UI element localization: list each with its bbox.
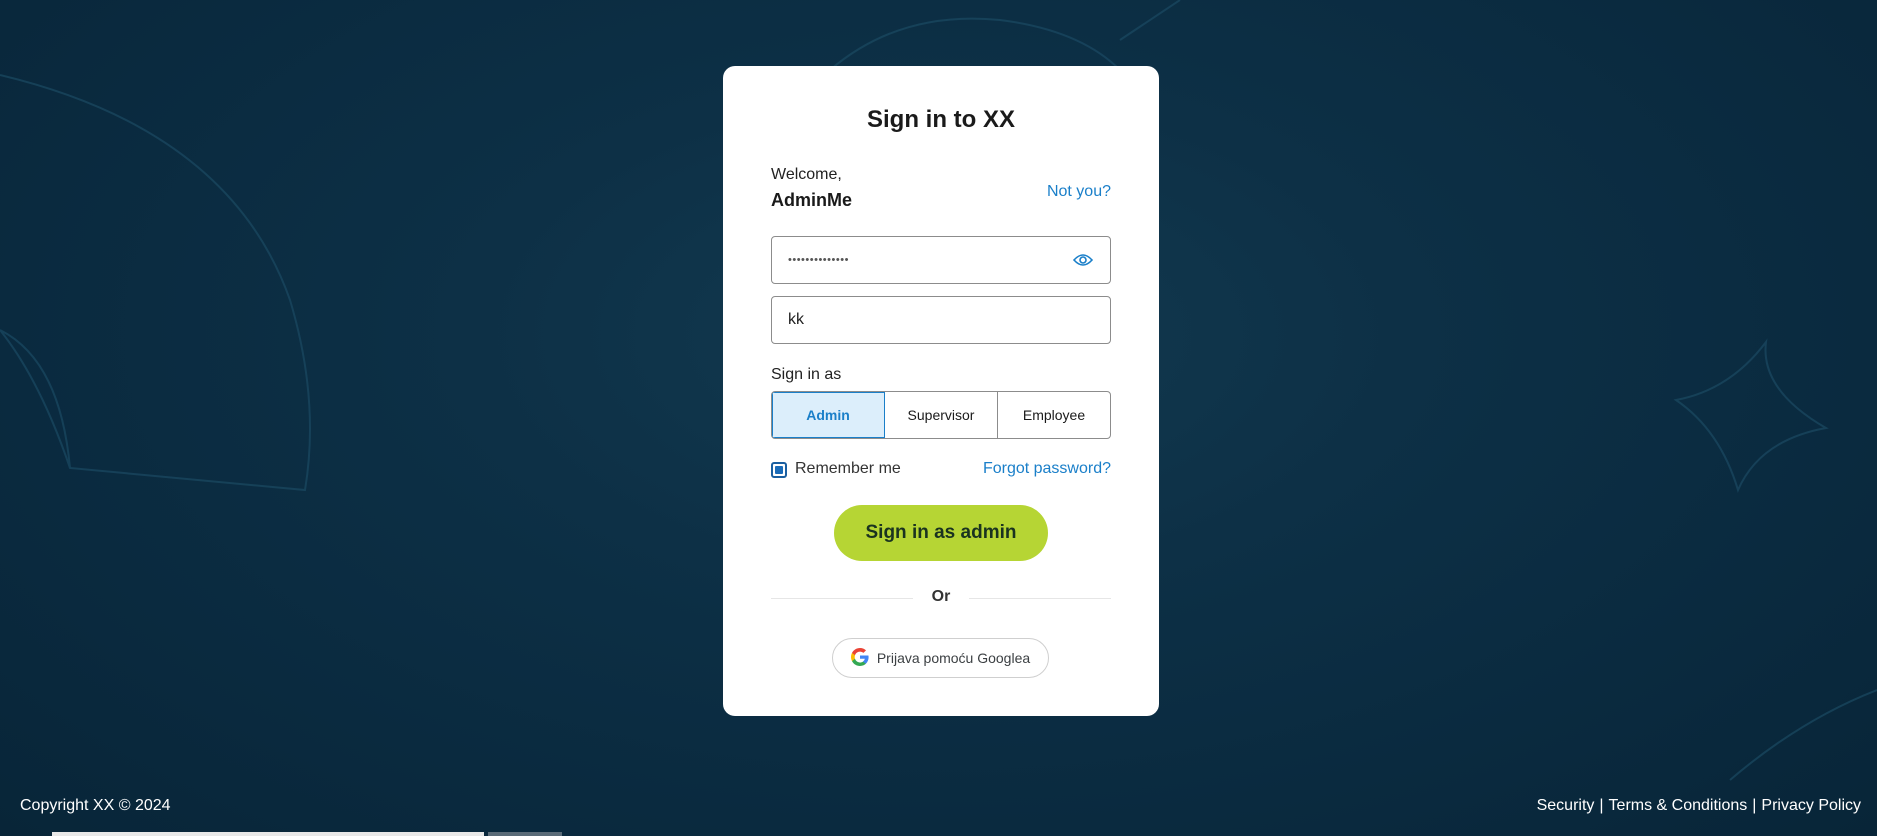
role-employee-button[interactable]: Employee	[998, 392, 1110, 438]
card-title: Sign in to XX	[867, 106, 1015, 133]
divider-label: Or	[931, 588, 951, 605]
footer-separator: |	[1599, 797, 1604, 814]
welcome-username: AdminMe	[771, 190, 852, 210]
divider-line-right	[969, 598, 1111, 599]
sign-in-button[interactable]: Sign in as admin	[834, 505, 1048, 561]
role-selector: Admin Supervisor Employee	[771, 391, 1111, 439]
code-input[interactable]	[788, 311, 1094, 329]
scrollbar-segment	[488, 832, 562, 836]
forgot-password-link[interactable]: Forgot password?	[983, 460, 1111, 478]
welcome-row: Welcome, AdminMe Not you?	[771, 166, 1111, 214]
google-button-label: Prijava pomoću Googlea	[876, 650, 1031, 666]
role-supervisor-button[interactable]: Supervisor	[885, 392, 998, 438]
footer-links: Security | Terms & Conditions | Privacy …	[1537, 797, 1861, 815]
password-value[interactable]: ••••••••••••••	[788, 254, 1072, 266]
welcome-label: Welcome,	[771, 166, 842, 183]
footer-link-terms[interactable]: Terms & Conditions	[1609, 797, 1748, 815]
footer-separator: |	[1752, 797, 1757, 814]
eye-icon[interactable]	[1072, 249, 1094, 271]
remember-label[interactable]: Remember me	[795, 460, 901, 478]
checkbox-mark	[775, 466, 783, 474]
horizontal-scrollbar[interactable]	[52, 832, 484, 836]
google-sign-in-button[interactable]: Prijava pomoću Googlea	[832, 638, 1049, 678]
code-field[interactable]	[771, 296, 1111, 344]
remember-row: Remember me Forgot password?	[771, 458, 1111, 482]
copyright-text: Copyright XX © 2024	[20, 797, 171, 814]
google-icon	[850, 647, 869, 669]
sign-in-card: Sign in to XX Welcome, AdminMe Not you? …	[723, 66, 1159, 716]
remember-checkbox[interactable]	[771, 462, 787, 478]
or-divider: Or	[771, 588, 1111, 608]
not-you-link[interactable]: Not you?	[1047, 183, 1111, 201]
role-admin-button[interactable]: Admin	[772, 392, 885, 438]
footer-link-security[interactable]: Security	[1537, 797, 1595, 815]
signin-as-label: Sign in as	[771, 366, 842, 383]
password-field[interactable]: ••••••••••••••	[771, 236, 1111, 284]
footer-link-privacy[interactable]: Privacy Policy	[1761, 797, 1861, 815]
